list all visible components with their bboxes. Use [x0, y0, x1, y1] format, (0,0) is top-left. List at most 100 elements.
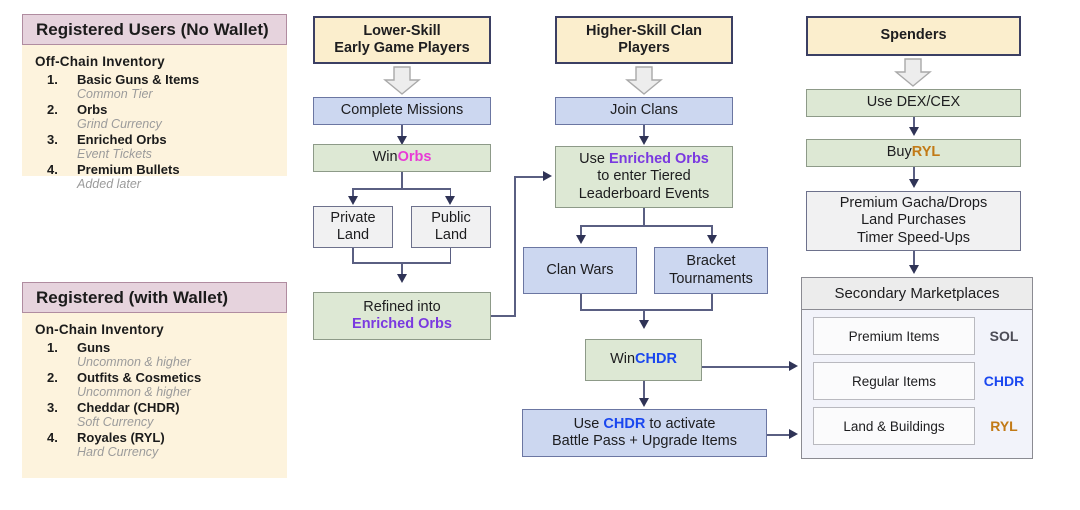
connector-line [580, 309, 713, 311]
list-item: 2. Orbs [47, 102, 287, 117]
connector-line [702, 366, 790, 368]
token-chdr: CHDR [635, 351, 677, 368]
block-arrow-icon [383, 66, 421, 96]
list-item-label: Orbs [77, 102, 108, 117]
node-label-line2: Battle Pass + Upgrade Items [552, 433, 737, 449]
node-bracket-tournaments[interactable]: Bracket Tournaments [654, 247, 768, 294]
list-item-number: 4. [47, 162, 58, 177]
connector-line [449, 248, 452, 263]
list-item-label: Enriched Orbs [77, 132, 167, 147]
node-label-line2: Land Purchases [861, 212, 966, 229]
list-item-number: 2. [47, 370, 58, 385]
node-higher-skill-clan-players[interactable]: Higher-Skill Clan Players [555, 16, 733, 64]
list-item-number: 3. [47, 400, 58, 415]
arrow-down-icon [638, 136, 649, 145]
connector-line [580, 225, 713, 227]
marketplace-row[interactable]: Land & Buildings RYL [813, 407, 1033, 445]
arrow-down-icon [396, 274, 407, 283]
node-public-land[interactable]: Public Land [411, 206, 491, 248]
node-win-orbs[interactable]: Win Orbs [313, 144, 491, 172]
node-label-line3: Timer Speed-Ups [856, 229, 971, 246]
list-item: 2. Outfits & Cosmetics [47, 370, 287, 385]
list-item-desc: Uncommon & higher [77, 355, 191, 369]
node-refined-into-enriched-orbs[interactable]: Refined into Enriched Orbs [313, 292, 491, 340]
arrow-down-icon [575, 235, 586, 244]
node-label-line1: Higher-Skill Clan [585, 22, 703, 39]
marketplace-item-premium[interactable]: Premium Items [813, 317, 975, 355]
arrow-down-icon [908, 179, 919, 188]
group-title-secondary-marketplaces: Secondary Marketplaces [802, 278, 1032, 310]
node-label-line1: Premium Gacha/Drops [839, 195, 988, 212]
panel-title-with-wallet: Registered (with Wallet) [22, 282, 287, 313]
node-label-line1: Public [431, 209, 471, 226]
arrow-down-icon [706, 235, 717, 244]
connector-line [352, 188, 451, 190]
panel-title-no-wallet: Registered Users (No Wallet) [22, 14, 287, 45]
node-use-chdr-battle-pass[interactable]: Use CHDR to activate Battle Pass + Upgra… [522, 409, 767, 457]
panel-subtitle-off-chain: Off-Chain Inventory [35, 54, 165, 69]
panel-registered-no-wallet: Registered Users (No Wallet) Off-Chain I… [22, 14, 287, 191]
list-item-label: Royales (RYL) [77, 430, 165, 445]
node-complete-missions[interactable]: Complete Missions [313, 97, 491, 125]
node-label-line3: Leaderboard Events [578, 185, 710, 202]
token-chdr: CHDR [603, 415, 646, 432]
arrow-right-icon [789, 361, 798, 371]
token-chdr: CHDR [983, 373, 1025, 389]
arrow-down-icon [347, 196, 358, 205]
node-label-line2: to enter Tiered [597, 168, 691, 185]
connector-line [491, 315, 516, 317]
marketplace-row[interactable]: Regular Items CHDR [813, 362, 1033, 400]
list-item-number: 2. [47, 102, 58, 117]
list-item-number: 1. [47, 340, 58, 355]
list-item-desc: Hard Currency [77, 445, 159, 459]
list-item-label: Basic Guns & Items [77, 72, 200, 87]
node-clan-wars[interactable]: Clan Wars [523, 247, 637, 294]
arrow-down-icon [908, 265, 919, 274]
node-label-line1: Lower-Skill [363, 22, 441, 39]
arrow-down-icon [638, 398, 649, 407]
token-orbs: Orbs [397, 149, 432, 166]
list-item-label: Outfits & Cosmetics [77, 370, 202, 385]
node-label-prefix: Win [372, 149, 398, 166]
node-label-line1: Bracket [686, 253, 736, 270]
list-item-number: 1. [47, 72, 58, 87]
node-premium-gacha-drops[interactable]: Premium Gacha/Drops Land Purchases Timer… [806, 191, 1021, 251]
panel-body-on-chain: On-Chain Inventory 1. Guns Uncommon & hi… [22, 313, 287, 478]
panel-subtitle-on-chain: On-Chain Inventory [35, 322, 164, 337]
arrow-down-icon [908, 127, 919, 136]
connector-line [514, 176, 516, 316]
diagram-canvas: Registered Users (No Wallet) Off-Chain I… [0, 0, 1080, 510]
list-item-desc: Soft Currency [77, 415, 154, 429]
node-label-line1: Use Enriched Orbs [579, 151, 709, 168]
node-join-clans[interactable]: Join Clans [555, 97, 733, 125]
node-label-line2: Tournaments [669, 270, 753, 287]
node-win-chdr[interactable]: Win CHDR [585, 339, 702, 381]
node-buy-ryl[interactable]: Buy RYL [806, 139, 1021, 167]
node-label-prefix: Win [610, 351, 636, 368]
marketplace-item-land[interactable]: Land & Buildings [813, 407, 975, 445]
node-lower-skill-players[interactable]: Lower-Skill Early Game Players [313, 16, 491, 64]
node-private-land[interactable]: Private Land [313, 206, 393, 248]
block-arrow-icon [894, 58, 932, 88]
connector-line [767, 434, 790, 436]
arrow-down-icon [638, 320, 649, 329]
token-enriched-orbs: Enriched Orbs [352, 316, 452, 332]
node-label-line2: Early Game Players [334, 40, 470, 56]
list-item-label: Cheddar (CHDR) [77, 400, 180, 415]
token-ryl: RYL [990, 418, 1018, 434]
node-use-dex-cex[interactable]: Use DEX/CEX [806, 89, 1021, 117]
node-label-line2: Land [434, 227, 468, 243]
marketplace-row[interactable]: Premium Items SOL [813, 317, 1033, 355]
token-enriched-orbs: Enriched Orbs [608, 151, 709, 168]
connector-line [401, 172, 403, 189]
node-spenders[interactable]: Spenders [806, 16, 1021, 56]
token-sol: SOL [989, 328, 1019, 344]
list-item-desc: Common Tier [77, 87, 153, 101]
connector-line [643, 208, 645, 226]
marketplace-item-regular[interactable]: Regular Items [813, 362, 975, 400]
connector-line [352, 248, 354, 263]
node-label-line2: Players [618, 40, 670, 56]
node-use-enriched-orbs-leaderboard[interactable]: Use Enriched Orbs to enter Tiered Leader… [555, 146, 733, 208]
list-item-number: 4. [47, 430, 58, 445]
panel-body-no-wallet: Off-Chain Inventory 1. Basic Guns & Item… [22, 45, 287, 191]
